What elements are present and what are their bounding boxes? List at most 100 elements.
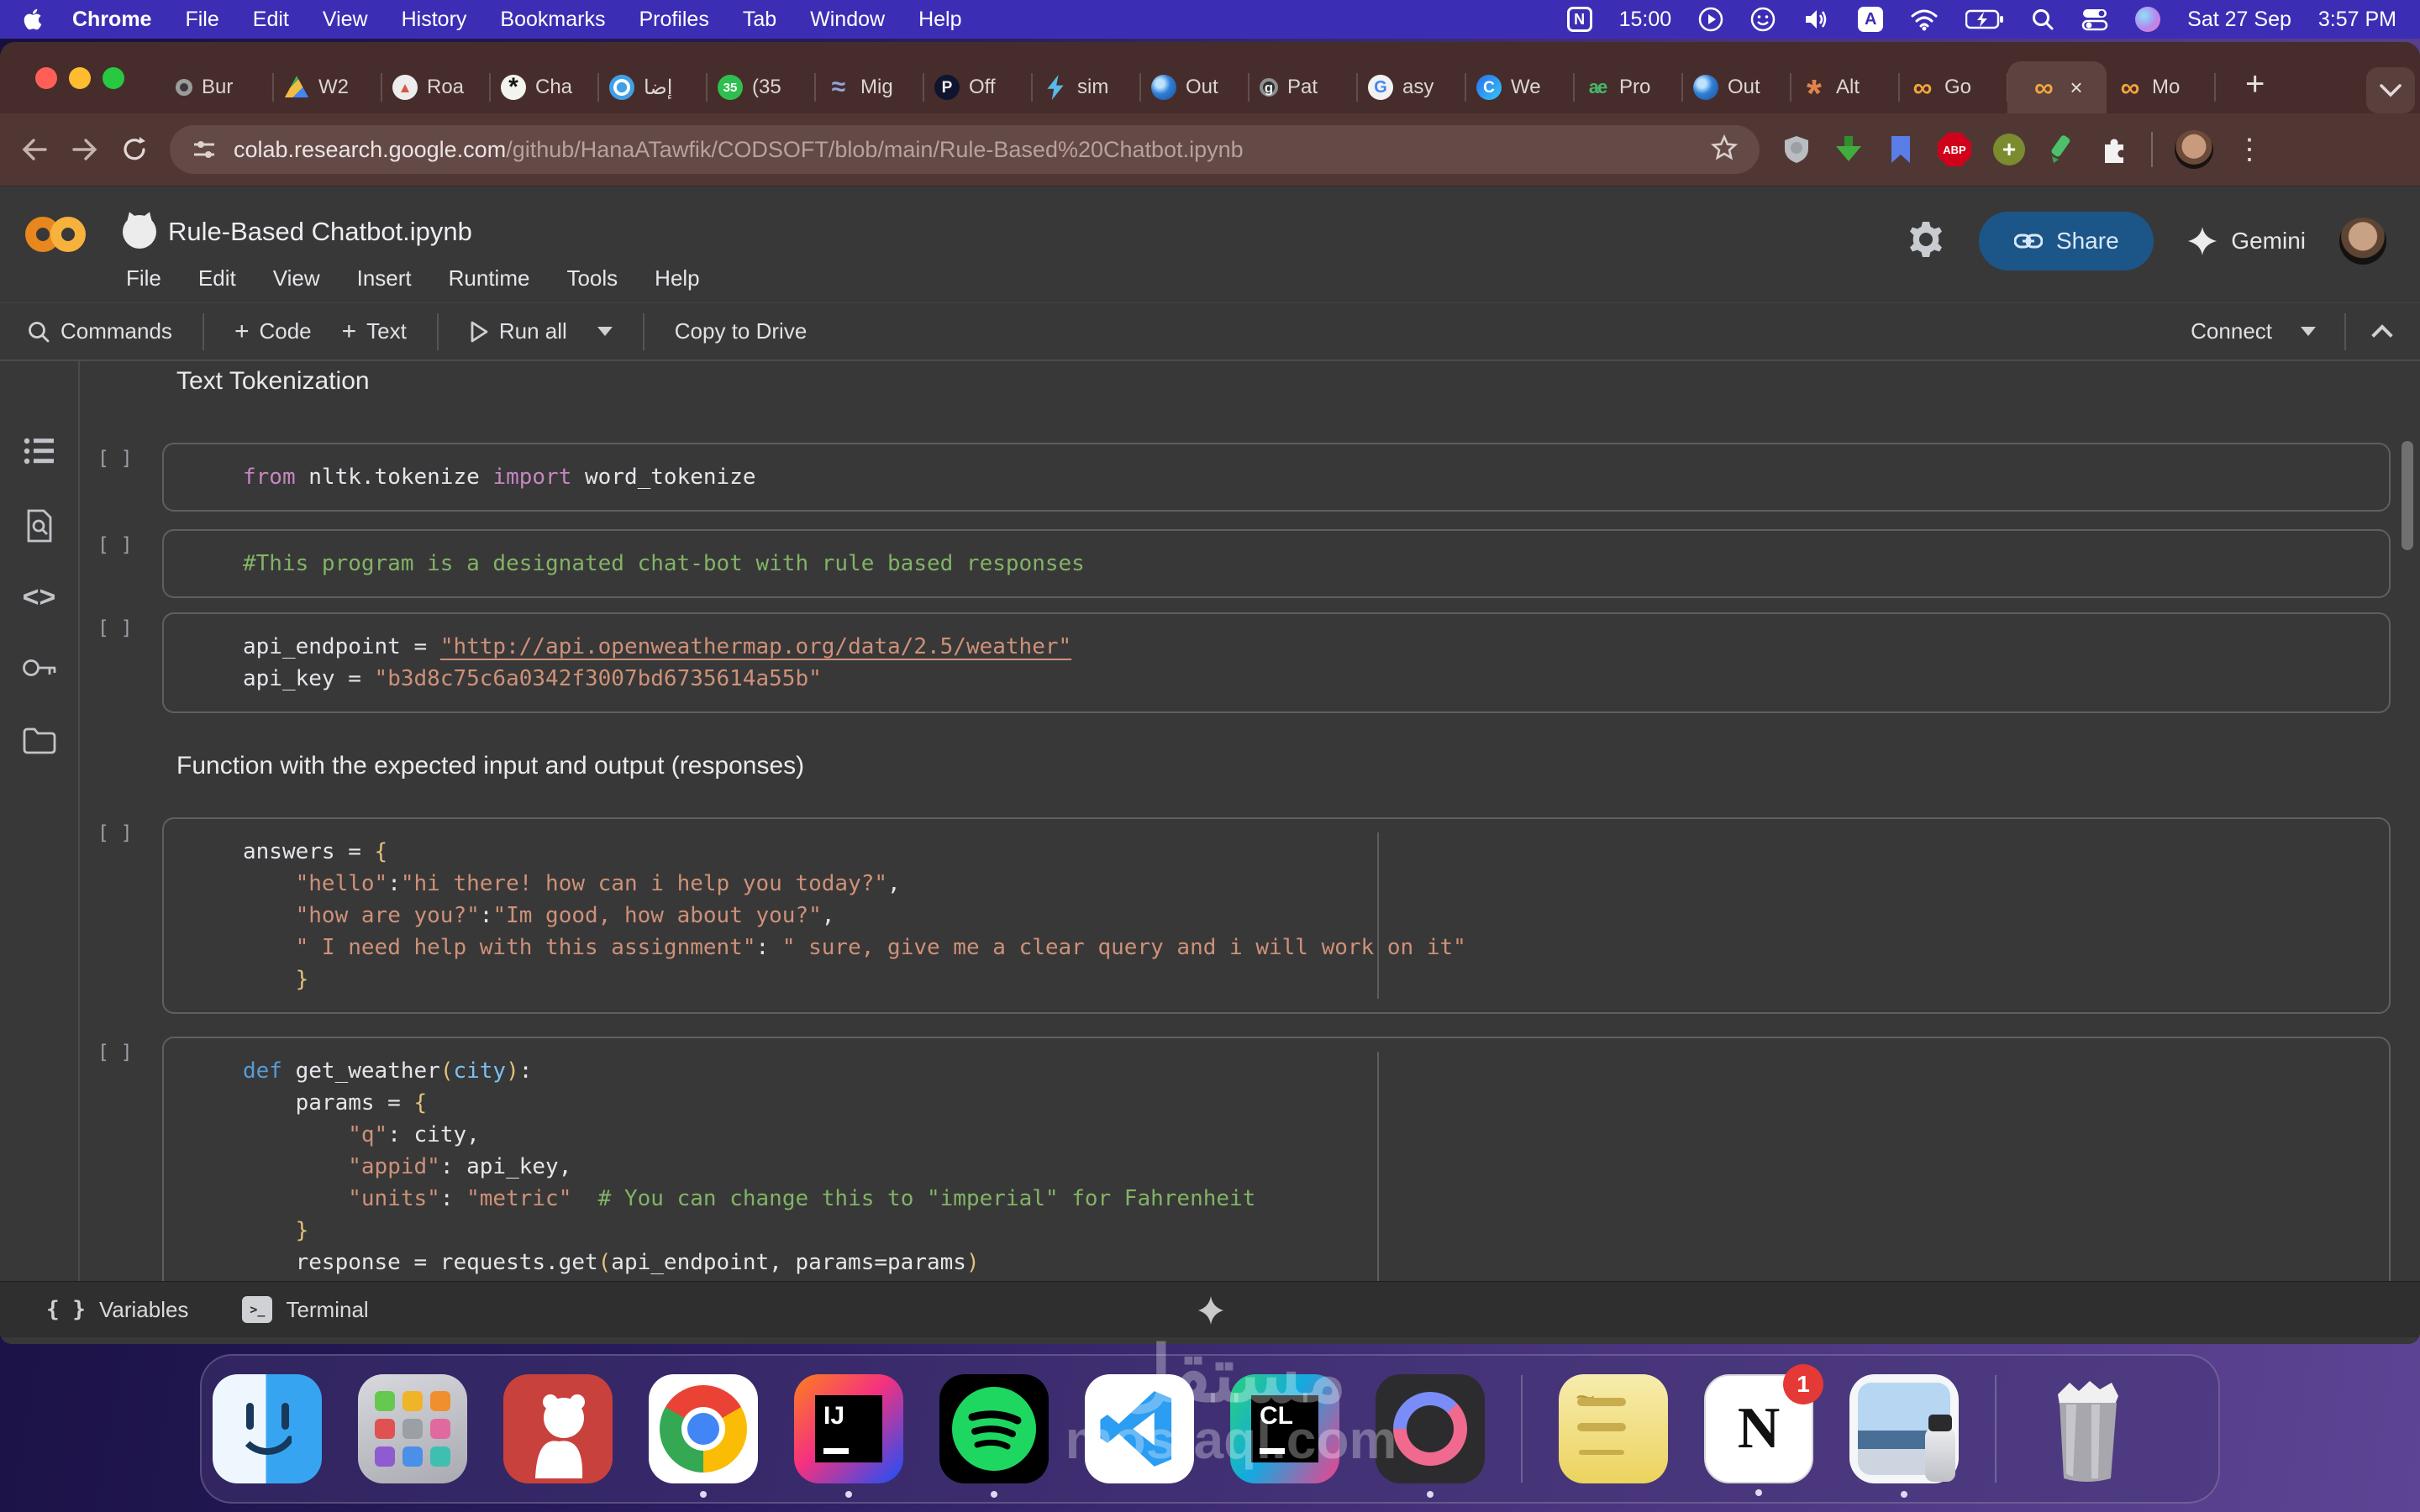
dock-vscode[interactable] — [1085, 1374, 1194, 1483]
menubar-item-tab[interactable]: Tab — [743, 8, 776, 32]
settings-gear-icon[interactable] — [1907, 220, 1945, 263]
emoji-status-icon[interactable] — [1750, 7, 1776, 32]
variables-button[interactable]: { } Variables — [46, 1297, 188, 1323]
menubar-item-edit[interactable]: Edit — [253, 8, 289, 32]
colab-menu-help[interactable]: Help — [655, 265, 699, 291]
siri-icon[interactable] — [2135, 7, 2160, 32]
gemini-spark-footer-icon[interactable] — [1197, 1295, 1224, 1331]
code-cell[interactable]: from nltk.tokenize import word_tokenize — [162, 443, 2391, 512]
browser-tab-Pat[interactable]: gPat — [1249, 61, 1357, 113]
add-text-button[interactable]: +Text — [342, 318, 407, 346]
code-cell[interactable]: api_endpoint = "http://api.openweatherma… — [162, 612, 2391, 713]
browser-tab-W2[interactable]: W2 — [273, 61, 381, 113]
menubar-time[interactable]: 3:57 PM — [2318, 8, 2396, 32]
cell-run-gutter[interactable]: [ ] — [97, 822, 133, 844]
cell-run-gutter[interactable]: [ ] — [97, 1042, 133, 1063]
input-source-icon[interactable]: A — [1858, 7, 1883, 32]
dock-finder[interactable] — [213, 1374, 322, 1483]
wifi-icon[interactable] — [1910, 8, 1939, 31]
notion-status-icon[interactable]: N — [1567, 7, 1592, 32]
battery-icon[interactable] — [1965, 8, 2004, 30]
menubar-item-bookmarks[interactable]: Bookmarks — [500, 8, 605, 32]
code-cell[interactable]: def get_weather(city): params = { "q": c… — [162, 1037, 2391, 1281]
browser-tab-Alt[interactable]: *Alt — [1791, 61, 1899, 113]
forward-button[interactable] — [71, 137, 99, 162]
dock-trash[interactable] — [2033, 1374, 2142, 1483]
chrome-menu-icon[interactable]: ⋮ — [2235, 141, 2264, 158]
dock-chrome[interactable] — [649, 1374, 758, 1483]
dock-notion[interactable]: N1 — [1704, 1374, 1813, 1483]
dock-notes[interactable]: ~ — [1559, 1374, 1668, 1483]
share-button[interactable]: Share — [1979, 212, 2154, 270]
collapse-toolbar-chevron[interactable] — [2371, 324, 2392, 345]
commands-button[interactable]: Commands — [27, 318, 172, 344]
colab-logo[interactable] — [25, 217, 96, 269]
menubar-item-file[interactable]: File — [185, 8, 218, 32]
menubar-item-history[interactable]: History — [402, 8, 467, 32]
browser-tab-Go[interactable]: ∞Go — [1899, 61, 2007, 113]
menubar-item-profiles[interactable]: Profiles — [639, 8, 708, 32]
menubar-item-window[interactable]: Window — [810, 8, 885, 32]
reload-button[interactable] — [121, 136, 148, 163]
browser-tab-Pro[interactable]: aePro — [1574, 61, 1682, 113]
browser-tab-إضا[interactable]: إضا — [598, 61, 707, 113]
colab-menu-tools[interactable]: Tools — [566, 265, 618, 291]
extensions-puzzle-icon[interactable] — [2099, 134, 2129, 165]
run-all-button[interactable]: Run all — [469, 318, 567, 344]
browser-tab-Off[interactable]: POff — [923, 61, 1032, 113]
extension-add-icon[interactable]: + — [1993, 134, 2025, 165]
colab-menu-runtime[interactable]: Runtime — [449, 265, 530, 291]
dock-intellij-idea[interactable]: IJ — [794, 1374, 903, 1483]
back-button[interactable] — [20, 137, 49, 162]
connect-button[interactable]: Connect — [2191, 318, 2272, 344]
browser-tab-Out[interactable]: Out — [1140, 61, 1249, 113]
dock-clion[interactable]: CL — [1230, 1374, 1339, 1483]
copy-to-drive-button[interactable]: Copy to Drive — [675, 318, 808, 344]
menubar-item-help[interactable]: Help — [918, 8, 961, 32]
apple-menu-icon[interactable] — [24, 8, 42, 31]
menubar-item-chrome[interactable]: Chrome — [72, 8, 151, 32]
extension-highlighter-icon[interactable] — [2047, 134, 2077, 165]
colab-menu-edit[interactable]: Edit — [198, 265, 236, 291]
browser-tab-Mo[interactable]: ∞Mo — [2107, 61, 2215, 113]
cell-run-gutter[interactable]: [ ] — [97, 448, 133, 470]
code-cell[interactable]: #This program is a designated chat-bot w… — [162, 529, 2391, 598]
colab-profile-avatar[interactable] — [2339, 218, 2386, 265]
extension-bookmark-icon[interactable] — [1886, 134, 1916, 165]
dock-focus-ring-app[interactable] — [1376, 1374, 1485, 1483]
cell-run-gutter[interactable]: [ ] — [97, 534, 133, 556]
scrollbar-thumb[interactable] — [2402, 441, 2413, 550]
browser-tab-(35[interactable]: 35(35 — [707, 61, 815, 113]
notebook-title[interactable]: Rule-Based Chatbot.ipynb — [168, 217, 472, 247]
dock-spotify[interactable] — [939, 1374, 1049, 1483]
connect-dropdown[interactable] — [2301, 327, 2316, 336]
colab-menu-view[interactable]: View — [273, 265, 320, 291]
recording-timer[interactable]: 15:00 — [1619, 8, 1672, 32]
adblock-plus-icon[interactable]: ABP — [1938, 133, 1971, 166]
new-tab-button[interactable]: + — [2245, 67, 2265, 101]
extension-downloader-icon[interactable] — [1833, 134, 1864, 165]
browser-tab-Out[interactable]: Out — [1682, 61, 1791, 113]
spotlight-search-icon[interactable] — [2031, 8, 2054, 31]
menubar-date[interactable]: Sat 27 Sep — [2187, 8, 2291, 32]
browser-tab-Mig[interactable]: ≈Mig — [815, 61, 923, 113]
menubar-item-view[interactable]: View — [323, 8, 368, 32]
site-settings-icon[interactable] — [192, 137, 217, 162]
add-code-button[interactable]: +Code — [234, 318, 312, 346]
cell-run-gutter[interactable]: [ ] — [97, 617, 133, 639]
dock-desktop-preview[interactable] — [1849, 1374, 1959, 1483]
omnibox[interactable]: colab.research.google.com/github/HanaATa… — [170, 125, 1760, 174]
browser-tab-Cha[interactable]: *Cha — [490, 61, 598, 113]
code-cell[interactable]: answers = { "hello":"hi there! how can i… — [162, 817, 2391, 1014]
window-minimize-button[interactable] — [69, 67, 91, 89]
browser-tab-Bur[interactable]: Bur — [165, 61, 273, 113]
colab-menu-insert[interactable]: Insert — [357, 265, 412, 291]
dock-bear[interactable] — [503, 1374, 613, 1483]
volume-icon[interactable] — [1802, 7, 1831, 32]
control-center-icon[interactable] — [2081, 7, 2108, 32]
browser-profile-avatar[interactable] — [2175, 130, 2213, 169]
browser-tab-active-colab[interactable]: ∞× — [2007, 61, 2107, 113]
run-all-dropdown[interactable] — [597, 327, 613, 336]
bookmark-star-icon[interactable] — [1711, 134, 1738, 165]
dock-launchpad[interactable] — [358, 1374, 467, 1483]
